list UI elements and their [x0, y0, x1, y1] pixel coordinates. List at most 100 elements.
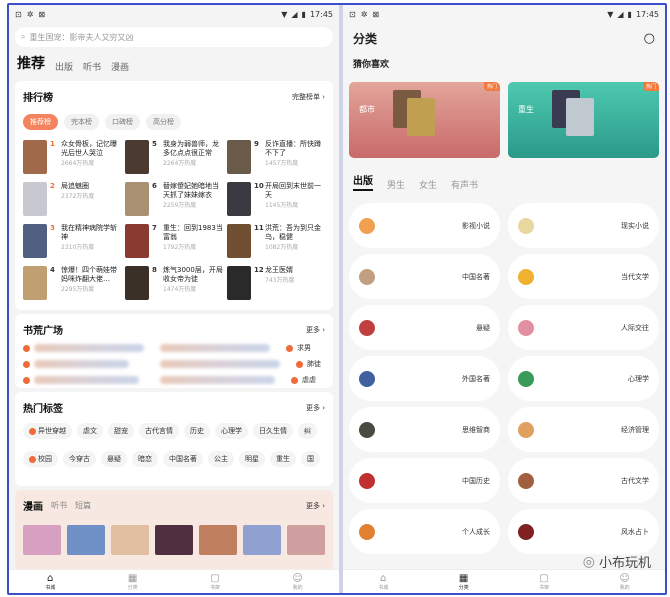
category-item[interactable]: 古代文学 [508, 458, 659, 503]
ranking-item[interactable]: 5 我身为弱兽师，龙多亿点点很正常 2264万热度 [125, 140, 223, 174]
tag-chip[interactable]: 日久生情 [253, 423, 293, 439]
tab-publish[interactable]: 出版 [353, 172, 373, 191]
rank-number: 12 [254, 266, 264, 274]
category-item[interactable]: 现实小说 [508, 203, 659, 248]
search-bar[interactable]: ⌕ 重生国宠：影帝夫人又穷又凶 [15, 27, 333, 47]
nav-bookstore[interactable]: ⌂ 书城 [378, 573, 388, 591]
nav-bookstore[interactable]: ⌂ 书城 [45, 573, 55, 591]
tag-chip[interactable]: 甜宠 [108, 423, 134, 439]
ranking-item[interactable]: 8 炼气3000层，开局收女帝为徒 1474万热度 [125, 266, 223, 300]
list-item[interactable]: 肺徒 [23, 359, 325, 369]
book-cover [23, 182, 47, 216]
settings-icon: ✲ [26, 9, 34, 19]
nav-shelf[interactable]: ▢ 书架 [210, 573, 220, 591]
book-icon: ▢ [539, 572, 549, 584]
comic-more[interactable]: 更多 › [306, 501, 325, 511]
comic-cover[interactable] [287, 525, 325, 555]
ranking-item[interactable]: 10 开局回到末世前一天 1145万热度 [227, 182, 325, 216]
ranking-item[interactable]: 12 龙王医婿 743万热度 [227, 266, 325, 300]
category-item[interactable]: 经济管理 [508, 407, 659, 452]
bottom-nav: ⌂ 书城 ▦ 分类 ▢ 书架 ☺ 我的 [343, 569, 665, 593]
category-item[interactable]: 外国名著 [349, 356, 500, 401]
comic-cover[interactable] [199, 525, 237, 555]
pill-complete[interactable]: 完本榜 [64, 114, 99, 130]
comic-cover[interactable] [155, 525, 193, 555]
category-icon [359, 268, 375, 285]
ranking-item[interactable]: 7 重生：回到1983当富翁 1792万热度 [125, 224, 223, 258]
pill-reputation[interactable]: 口碑榜 [105, 114, 140, 130]
hot-tags-more[interactable]: 更多 › [306, 403, 325, 413]
tag-chip[interactable]: 国 [301, 451, 320, 467]
category-item[interactable]: 中国历史 [349, 458, 500, 503]
comic-cover[interactable] [111, 525, 149, 555]
ranking-item[interactable]: 9 反诈直播：所快蹲不下了 1457万热度 [227, 140, 325, 174]
list-item[interactable]: 求男 [23, 343, 325, 353]
tab-comic[interactable]: 漫画 [111, 60, 129, 73]
tag-chip[interactable]: 虐文 [77, 423, 103, 439]
full-ranking-link[interactable]: 完整榜单 › [292, 92, 325, 102]
ranking-item[interactable]: 2 局追魅圈 2372万热度 [23, 182, 121, 216]
nav-mine[interactable]: ☺ 我的 [292, 573, 302, 591]
book-heat: 1457万热度 [265, 160, 299, 167]
tag-chip[interactable]: 历史 [184, 423, 210, 439]
tab-audio[interactable]: 听书 [83, 60, 101, 73]
ranking-item[interactable]: 6 替嫁傻妃她暗地当天抓了妹妹嫁衣 2259万热度 [125, 182, 223, 216]
comic-cover[interactable] [67, 525, 105, 555]
category-item[interactable]: 心理学 [508, 356, 659, 401]
category-item[interactable]: 思维智商 [349, 407, 500, 452]
short-tab[interactable]: 短篇 [75, 500, 91, 511]
list-item[interactable]: 虐虐 [23, 375, 325, 385]
category-item[interactable]: 影视小说 [349, 203, 500, 248]
ranking-item[interactable]: 11 洪荒：吾为到只金乌，稳健 1082万热度 [227, 224, 325, 258]
tag-chip[interactable]: 暗恋 [132, 451, 158, 467]
category-item[interactable]: 个人成长 [349, 509, 500, 554]
tag-chip[interactable]: 今穿古 [63, 451, 96, 467]
tab-female[interactable]: 女生 [419, 178, 437, 191]
tab-publish[interactable]: 出版 [55, 60, 73, 73]
pill-high-score[interactable]: 高分榜 [146, 114, 181, 130]
tag-chip[interactable]: 重生 [270, 451, 296, 467]
nav-shelf[interactable]: ▢ 书架 [539, 573, 549, 591]
category-name: 经济管理 [621, 425, 649, 434]
rank-number: 2 [50, 182, 55, 190]
tag-chip[interactable]: 中国名著 [163, 451, 203, 467]
nav-category[interactable]: ▦ 分类 [128, 573, 138, 591]
category-item[interactable]: 人际交往 [508, 305, 659, 350]
nav-mine[interactable]: ☺ 我的 [619, 573, 629, 591]
comic-tab[interactable]: 漫画 [23, 498, 43, 513]
search-icon[interactable]: ○ [644, 31, 655, 46]
ranking-item[interactable]: 4 惊爆！四个萌娃带妈咪炸翻大佬… 2295万热度 [23, 266, 121, 300]
nav-category[interactable]: ▦ 分类 [459, 573, 469, 591]
pill-recommend[interactable]: 推荐榜 [23, 114, 58, 130]
tab-male[interactable]: 男生 [387, 178, 405, 191]
battery-icon: ▮ [627, 9, 632, 19]
tag-chip[interactable]: 古代言情 [139, 423, 179, 439]
tag-chip[interactable]: 心理学 [215, 423, 248, 439]
category-item[interactable]: 风水占卜 [508, 509, 659, 554]
book-title: 惊爆！四个萌娃带妈咪炸翻大佬… [61, 266, 117, 283]
tag-chip[interactable]: 明星 [239, 451, 265, 467]
tag-chip[interactable]: 纠 [298, 423, 317, 439]
shuhuang-more[interactable]: 更多 › [306, 325, 325, 335]
book-heat: 2259万热度 [163, 202, 197, 209]
book-title: 众女骨板，记忆曝光后世人哭泣 [61, 140, 117, 157]
category-item[interactable]: 当代文学 [508, 254, 659, 299]
rank-number: 11 [254, 224, 264, 232]
hot-dot-icon [29, 427, 36, 435]
banner-dushi[interactable]: 热门 都市 [349, 82, 500, 158]
category-item[interactable]: 中国名著 [349, 254, 500, 299]
banner-chongsheng[interactable]: 热门 重生 [508, 82, 659, 158]
ranking-item[interactable]: 1 众女骨板，记忆曝光后世人哭泣 2664万热度 [23, 140, 121, 174]
ranking-item[interactable]: 3 我在精神病院学斩神 2310万热度 [23, 224, 121, 258]
tag-chip[interactable]: 异世穿越 [23, 423, 72, 439]
tab-recommend[interactable]: 推荐 [17, 53, 45, 73]
tab-audiobook[interactable]: 有声书 [451, 178, 478, 191]
comic-cover[interactable] [243, 525, 281, 555]
tag-chip[interactable]: 公主 [208, 451, 234, 467]
tag-chip[interactable]: 悬疑 [101, 451, 127, 467]
book-cover [125, 182, 149, 216]
comic-cover[interactable] [23, 525, 61, 555]
audio-tab[interactable]: 听书 [51, 500, 67, 511]
tag-chip[interactable]: 校园 [23, 451, 58, 467]
category-item[interactable]: 悬疑 [349, 305, 500, 350]
